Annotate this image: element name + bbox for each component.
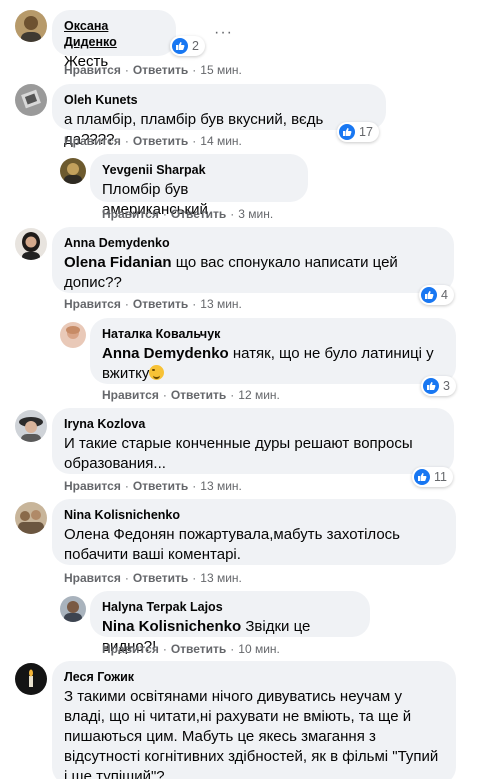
like-button[interactable]: Нравится [64, 63, 121, 77]
reaction-number: 2 [192, 39, 199, 53]
like-button[interactable]: Нравится [64, 297, 121, 311]
comment-text: Олена Федонян пожартувала,мабуть захотіл… [64, 526, 405, 563]
comment-bubble: Yevgenii Sharpak Пломбір був американськ… [90, 154, 308, 218]
comment-bubble: Oleh Kunets а пламбір, пламбір був вкусн… [52, 84, 386, 148]
more-options-icon[interactable]: ··· [214, 24, 233, 42]
comment-author[interactable]: Оксана Диденко [64, 18, 164, 50]
like-icon [339, 124, 355, 140]
like-button[interactable]: Нравится [102, 642, 159, 656]
comment-bubble: Anna Demydenko Olena Fidanian що вас спо… [52, 227, 454, 293]
like-button[interactable]: Нравится [64, 571, 121, 585]
mention-link[interactable]: Olena Fidanian [64, 254, 172, 271]
reaction-count[interactable]: 2 [170, 36, 205, 56]
reaction-count[interactable]: 4 [419, 285, 454, 305]
mention-link[interactable]: Anna Demydenko [102, 345, 229, 362]
previous-comment-remnant [60, 0, 300, 2]
comment-text: Olena Fidanian що вас спонукало написати… [64, 254, 402, 291]
comment-time[interactable]: 13 мин. [200, 297, 242, 311]
reaction-count[interactable]: 17 [337, 122, 379, 142]
reply-button[interactable]: Ответить [171, 207, 226, 221]
comment-bubble: Наталка Ковальчук Anna Demydenko натяк, … [90, 318, 456, 384]
comment-author[interactable]: Nina Kolisnichenko [64, 507, 444, 523]
comment-author[interactable]: Наталка Ковальчук [102, 326, 444, 342]
like-button[interactable]: Нравится [102, 388, 159, 402]
reaction-count[interactable]: 11 [412, 467, 453, 487]
reply-button[interactable]: Ответить [133, 134, 188, 148]
comment-bubble: Iryna Kozlova И такие старые конченные д… [52, 408, 454, 474]
avatar[interactable] [15, 10, 47, 42]
reply-button[interactable]: Ответить [171, 642, 226, 656]
comment-actions: Нравится · Ответить · 15 мин. [64, 63, 242, 77]
comment-actions: Нравится · Ответить · 13 мин. [64, 479, 242, 493]
comment-author[interactable]: Halyna Terpak Lajos [102, 599, 358, 615]
wink-emoji-icon [149, 365, 165, 380]
reply-button[interactable]: Ответить [133, 63, 188, 77]
reaction-number: 17 [359, 125, 373, 139]
reply-button[interactable]: Ответить [133, 571, 188, 585]
avatar[interactable] [60, 322, 86, 348]
avatar[interactable] [15, 84, 47, 116]
reply-button[interactable]: Ответить [133, 479, 188, 493]
avatar[interactable] [60, 596, 86, 622]
avatar[interactable] [60, 158, 86, 184]
reply-button[interactable]: Ответить [133, 297, 188, 311]
comment-time[interactable]: 12 мин. [238, 388, 280, 402]
comment-text: И такие старые конченные дуры решают воп… [64, 435, 417, 472]
like-icon [172, 38, 188, 54]
comment-author[interactable]: Iryna Kozlova [64, 416, 442, 432]
comment-bubble: Halyna Terpak Lajos Nina Kolisnichenko З… [90, 591, 370, 655]
reaction-number: 3 [443, 379, 450, 393]
comment-actions: Нравится · Ответить · 13 мин. [64, 297, 242, 311]
comment-actions: Нравится · Ответить · 3 мин. [102, 207, 274, 221]
comment-author[interactable]: Леся Гожик [64, 669, 444, 685]
avatar[interactable] [15, 663, 47, 695]
reaction-number: 11 [434, 470, 447, 484]
comment-author[interactable]: Anna Demydenko [64, 235, 442, 251]
like-button[interactable]: Нравится [64, 134, 121, 148]
comment-actions: Нравится · Ответить · 10 мин. [102, 642, 280, 656]
like-button[interactable]: Нравится [64, 479, 121, 493]
comment-author[interactable]: Oleh Kunets [64, 92, 374, 108]
comment-actions: Нравится · Ответить · 14 мин. [64, 134, 242, 148]
mention-link[interactable]: Nina Kolisnichenko [102, 618, 241, 635]
comment-actions: Нравится · Ответить · 13 мин. [64, 571, 242, 585]
comment-text: З такими освітянами нічого дивуватись не… [64, 688, 443, 779]
avatar[interactable] [15, 228, 47, 260]
reply-button[interactable]: Ответить [171, 388, 226, 402]
comment-actions: Нравится · Ответить · 12 мин. [102, 388, 280, 402]
comment-time[interactable]: 14 мин. [200, 134, 242, 148]
comment-bubble: Леся Гожик З такими освітянами нічого ди… [52, 661, 456, 779]
comment-bubble: Nina Kolisnichenko Олена Федонян пожарту… [52, 499, 456, 565]
comment-bubble: Оксана Диденко Жесть [52, 10, 176, 70]
comment-text: Anna Demydenko натяк, що не було латиниц… [102, 345, 438, 382]
comment-time[interactable]: 13 мин. [200, 479, 242, 493]
comment-time[interactable]: 10 мин. [238, 642, 280, 656]
like-icon [423, 378, 439, 394]
avatar[interactable] [15, 410, 47, 442]
comment-author[interactable]: Yevgenii Sharpak [102, 162, 296, 178]
comment-time[interactable]: 13 мин. [200, 571, 242, 585]
comment-time[interactable]: 15 мин. [200, 63, 242, 77]
reaction-count[interactable]: 3 [421, 376, 456, 396]
avatar[interactable] [15, 502, 47, 534]
reaction-number: 4 [441, 288, 448, 302]
like-button[interactable]: Нравится [102, 207, 159, 221]
comment-time[interactable]: 3 мин. [238, 207, 273, 221]
like-icon [414, 469, 430, 485]
like-icon [421, 287, 437, 303]
